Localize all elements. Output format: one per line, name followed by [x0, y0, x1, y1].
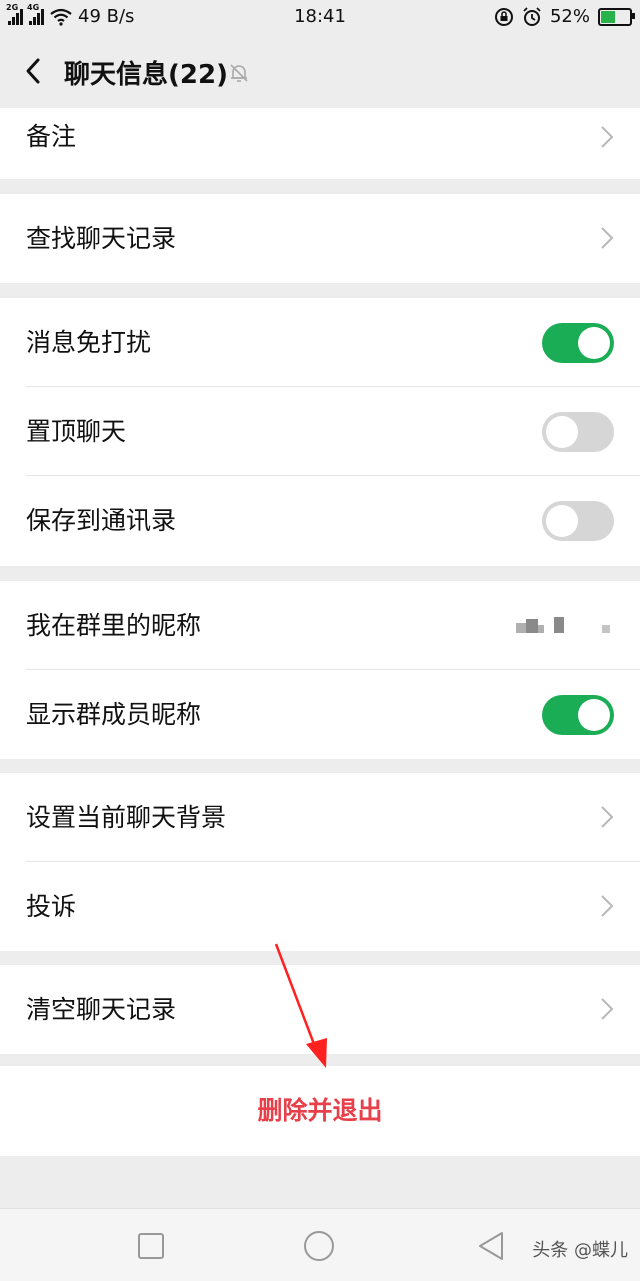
rotation-lock-icon: [494, 7, 513, 26]
remark-row[interactable]: 备注: [0, 108, 640, 179]
mute-notifications-row: 消息免打扰: [0, 298, 640, 387]
show-nicknames-row: 显示群成员昵称: [0, 670, 640, 759]
page-title: 聊天信息(22): [64, 60, 228, 90]
back-triangle-icon[interactable]: [474, 1229, 508, 1263]
show-nicknames-label: 显示群成员昵称: [26, 700, 202, 729]
chevron-right-icon: [601, 227, 614, 249]
watermark-text: 头条 @蝶儿: [532, 1240, 628, 1261]
save-contacts-label: 保存到通讯录: [26, 506, 177, 535]
pin-chat-toggle[interactable]: [542, 412, 614, 452]
back-arrow-icon[interactable]: [20, 56, 50, 86]
nickname-value-pixelated: [516, 617, 616, 637]
settings-toggle-group: 消息免打扰 置顶聊天 保存到通讯录: [0, 298, 640, 566]
save-contacts-toggle[interactable]: [542, 501, 614, 541]
remark-label: 备注: [26, 122, 77, 151]
muted-bell-icon: [230, 64, 248, 82]
battery-icon: [598, 7, 635, 26]
chevron-right-icon: [601, 126, 614, 148]
chat-background-label: 设置当前聊天背景: [26, 803, 227, 832]
delete-and-exit-label: 删除并退出: [257, 1096, 383, 1125]
my-nickname-row[interactable]: 我在群里的昵称: [0, 581, 640, 670]
chevron-right-icon: [601, 806, 614, 828]
show-nicknames-toggle[interactable]: [542, 695, 614, 735]
top-bar: 聊天信息(22): [0, 34, 640, 108]
clock: 18:41: [294, 6, 346, 27]
mute-notifications-toggle[interactable]: [542, 323, 614, 363]
search-history-group: 查找聊天记录: [0, 194, 640, 283]
chat-options-group: 设置当前聊天背景 投诉: [0, 773, 640, 951]
chevron-right-icon: [601, 895, 614, 917]
nickname-group: 我在群里的昵称 显示群成员昵称: [0, 581, 640, 759]
remark-group: 备注: [0, 108, 640, 179]
search-history-row[interactable]: 查找聊天记录: [0, 194, 640, 283]
report-row[interactable]: 投诉: [0, 862, 640, 951]
clear-history-label: 清空聊天记录: [26, 995, 177, 1024]
mute-notifications-label: 消息免打扰: [26, 328, 152, 357]
pin-chat-row: 置顶聊天: [0, 387, 640, 476]
recent-apps-icon[interactable]: [134, 1229, 168, 1263]
report-label: 投诉: [26, 892, 77, 921]
delete-and-exit-button[interactable]: 删除并退出: [0, 1066, 640, 1156]
save-contacts-row: 保存到通讯录: [0, 476, 640, 565]
pin-chat-label: 置顶聊天: [26, 417, 127, 446]
chat-background-row[interactable]: 设置当前聊天背景: [0, 773, 640, 862]
alarm-icon: [523, 6, 541, 26]
my-nickname-label: 我在群里的昵称: [26, 611, 202, 640]
annotation-arrow-icon: [274, 943, 327, 1068]
search-history-label: 查找聊天记录: [26, 224, 177, 253]
chevron-right-icon: [601, 998, 614, 1020]
home-icon[interactable]: [302, 1229, 336, 1263]
battery-percent: 52%: [549, 6, 590, 27]
status-bar: 2G 4G 49 B/s 18:41 52%: [0, 0, 640, 34]
